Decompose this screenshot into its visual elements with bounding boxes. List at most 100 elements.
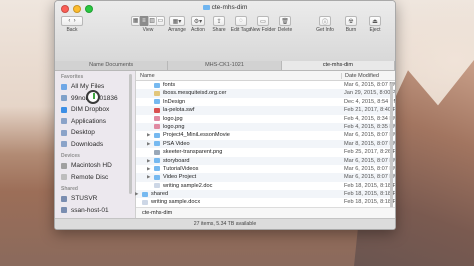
- back-forward-control[interactable]: ‹ ›: [61, 16, 83, 26]
- table-row[interactable]: ▶ PSA Video Mar 8, 2015, 8:07 PM: [136, 139, 395, 149]
- applications-icon: [61, 118, 67, 125]
- list-view-icon[interactable]: ≡: [140, 16, 149, 26]
- file-date-modified: Feb 4, 2015, 8:35 PM: [344, 123, 396, 130]
- folder-icon: [154, 174, 160, 180]
- action-label: Action: [191, 27, 205, 33]
- back-label: Back: [66, 27, 78, 33]
- cover-flow-icon[interactable]: ▭: [157, 16, 164, 26]
- devices-heading: Devices: [61, 153, 80, 159]
- home-icon: [61, 95, 67, 102]
- new-folder-icon: ▭: [260, 18, 266, 25]
- file-date-modified: Feb 25, 2017, 8:26 PM: [344, 149, 396, 156]
- date-modified-column-header[interactable]: Date Modified: [341, 72, 379, 79]
- back-arrow-icon[interactable]: ‹: [68, 18, 70, 24]
- table-row[interactable]: writing sample2.doc Feb 18, 2015, 8:18 PM: [136, 182, 395, 190]
- status-bar: 27 items, 5.34 TB available: [55, 218, 395, 229]
- gear-icon: ⚙▾: [193, 18, 203, 25]
- column-view-icon[interactable]: ▥: [149, 16, 157, 26]
- arrange-icon: ▦▾: [172, 18, 182, 25]
- burn-icon: ☢: [348, 18, 354, 25]
- table-row[interactable]: ▶ Project4_MiniLessonMovie Mar 6, 2015, 8:…: [136, 131, 395, 139]
- sidebar-item-favorites[interactable]: Desktop: [55, 127, 135, 139]
- sidebar-item-label: Desktop: [71, 129, 95, 137]
- file-date-modified: Feb 18, 2015, 8:18 PM: [344, 191, 396, 198]
- sidebar-item-favorites[interactable]: Downloads: [55, 139, 135, 151]
- sidebar-scrollbar[interactable]: [129, 74, 132, 194]
- file-list-scrollbar[interactable]: [390, 83, 393, 213]
- disclosure-triangle-icon[interactable]: ▶: [147, 158, 150, 164]
- tab-cte-mhs-dim[interactable]: cte-mhs-dim: [281, 61, 395, 70]
- titlebar: cte-mhs-dim ‹ › Back ▦ ≡ ▥ ▭ View ▦▾ Arr…: [55, 1, 395, 62]
- name-column-header[interactable]: Name: [140, 73, 155, 79]
- table-row[interactable]: la-pelota.swf Feb 21, 2017, 8:40 PM: [136, 106, 395, 115]
- table-row[interactable]: ▶ Video Project Mar 6, 2015, 8:07 PM: [136, 173, 396, 182]
- table-row[interactable]: skeeter-transparent.png Feb 25, 2017, 8:2…: [136, 148, 395, 156]
- tag-icon: ◌: [239, 18, 243, 24]
- new-folder-button[interactable]: ▭: [257, 16, 269, 26]
- desktop-icon: [61, 129, 67, 136]
- hard-drive-icon: [61, 162, 67, 169]
- disclosure-triangle-icon[interactable]: ▶: [147, 141, 150, 147]
- get-info-button[interactable]: ⓘ: [319, 16, 331, 26]
- file-date-modified: Mar 6, 2015, 8:07 PM: [344, 174, 396, 181]
- server-icon: [61, 207, 67, 214]
- sidebar-item-favorites[interactable]: Applications: [55, 116, 135, 128]
- table-row[interactable]: writing sample.docx Feb 18, 2015, 8:18 PM: [136, 198, 395, 206]
- file-date-modified: Feb 18, 2015, 8:18 PM: [344, 182, 396, 189]
- file-date-modified: Mar 6, 2015, 8:07 PM: [344, 157, 396, 164]
- info-icon: ⓘ: [321, 19, 328, 26]
- share-icon: ⇪: [216, 18, 222, 25]
- column-header: Name Date Modified: [136, 71, 395, 81]
- arrange-button[interactable]: ▦▾: [169, 16, 185, 26]
- file-list-area: Name Date Modified fonts Mar 6, 2015, 8:0…: [135, 71, 396, 219]
- document-icon: [154, 183, 160, 189]
- burn-button[interactable]: ☢: [345, 16, 357, 26]
- path-bar-item[interactable]: cte-mhs-dim: [142, 210, 172, 216]
- folder-icon: [154, 132, 160, 138]
- file-name: writing sample.docx: [151, 199, 201, 206]
- view-mode-control[interactable]: ▦ ≡ ▥ ▭: [131, 16, 165, 26]
- edit-tags-button[interactable]: ◌: [235, 16, 247, 26]
- disclosure-triangle-icon[interactable]: ▶: [147, 132, 150, 138]
- table-row[interactable]: logo.jpg Feb 4, 2015, 8:34 PM: [136, 115, 395, 123]
- file-date-modified: Jan 29, 2015, 8:00 PM: [344, 90, 396, 97]
- delete-button[interactable]: 🗑: [279, 16, 291, 26]
- file-name: Video Project: [163, 174, 197, 181]
- file-rows: fonts Mar 6, 2015, 8:07 PM iboss.mesquitei…: [135, 81, 396, 207]
- table-row[interactable]: ▶ shared Feb 18, 2015, 8:18 PM: [135, 190, 396, 199]
- sidebar-item-devices[interactable]: Remote Disc: [55, 172, 135, 184]
- file-name: TutorialVideos: [163, 165, 199, 172]
- file-date-modified: Feb 18, 2015, 8:18 PM: [344, 199, 396, 206]
- delete-label: Delete: [277, 27, 293, 33]
- disclosure-triangle-icon[interactable]: ▶: [147, 166, 150, 172]
- share-button[interactable]: ⇪: [213, 16, 225, 26]
- disclosure-triangle-icon[interactable]: ▶: [147, 174, 150, 180]
- tab-name-documents[interactable]: Name Documents: [55, 61, 169, 70]
- disclosure-triangle-icon[interactable]: ▶: [135, 191, 138, 197]
- table-row[interactable]: fonts Mar 6, 2015, 8:07 PM: [136, 81, 395, 89]
- sidebar-item-devices[interactable]: Macintosh HD: [55, 160, 135, 172]
- file-date-modified: Mar 6, 2015, 8:07 PM: [344, 82, 396, 88]
- file-date-modified: Dec 4, 2015, 8:54 PM: [344, 98, 396, 105]
- folder-icon: [154, 166, 160, 172]
- folder-icon: [154, 99, 160, 105]
- table-row[interactable]: iboss.mesquiteisd.org.cer Jan 29, 2015, 8…: [136, 89, 396, 98]
- tab-mhs-ck1-1021[interactable]: MHS-CK1-1021: [168, 61, 282, 70]
- table-row[interactable]: ▶ TutorialVideos Mar 6, 2015, 8:07 PM: [136, 165, 395, 173]
- sidebar-item-shared[interactable]: ssan-host-01: [55, 205, 135, 217]
- document-icon: [154, 124, 160, 130]
- file-date-modified: Mar 6, 2015, 8:07 PM: [344, 132, 396, 139]
- table-row[interactable]: InDesign Dec 4, 2015, 8:54 PM: [136, 98, 395, 106]
- sidebar-item-favorites[interactable]: DIM Dropbox: [55, 104, 135, 116]
- eject-label: Eject: [369, 27, 381, 33]
- table-row[interactable]: logo.png Feb 4, 2015, 8:35 PM: [136, 122, 396, 132]
- icon-view-icon[interactable]: ▦: [132, 16, 141, 26]
- document-icon: [154, 90, 160, 96]
- sidebar-item-shared[interactable]: STUSVR: [55, 193, 135, 205]
- file-name: la-pelota.swf: [163, 107, 195, 114]
- table-row[interactable]: ▶ storyboard Mar 6, 2015, 8:07 PM: [136, 156, 396, 165]
- burn-label: Burn: [345, 27, 357, 33]
- forward-arrow-icon[interactable]: ›: [74, 18, 76, 24]
- action-button[interactable]: ⚙▾: [191, 16, 205, 26]
- eject-button[interactable]: ⏏: [369, 16, 381, 26]
